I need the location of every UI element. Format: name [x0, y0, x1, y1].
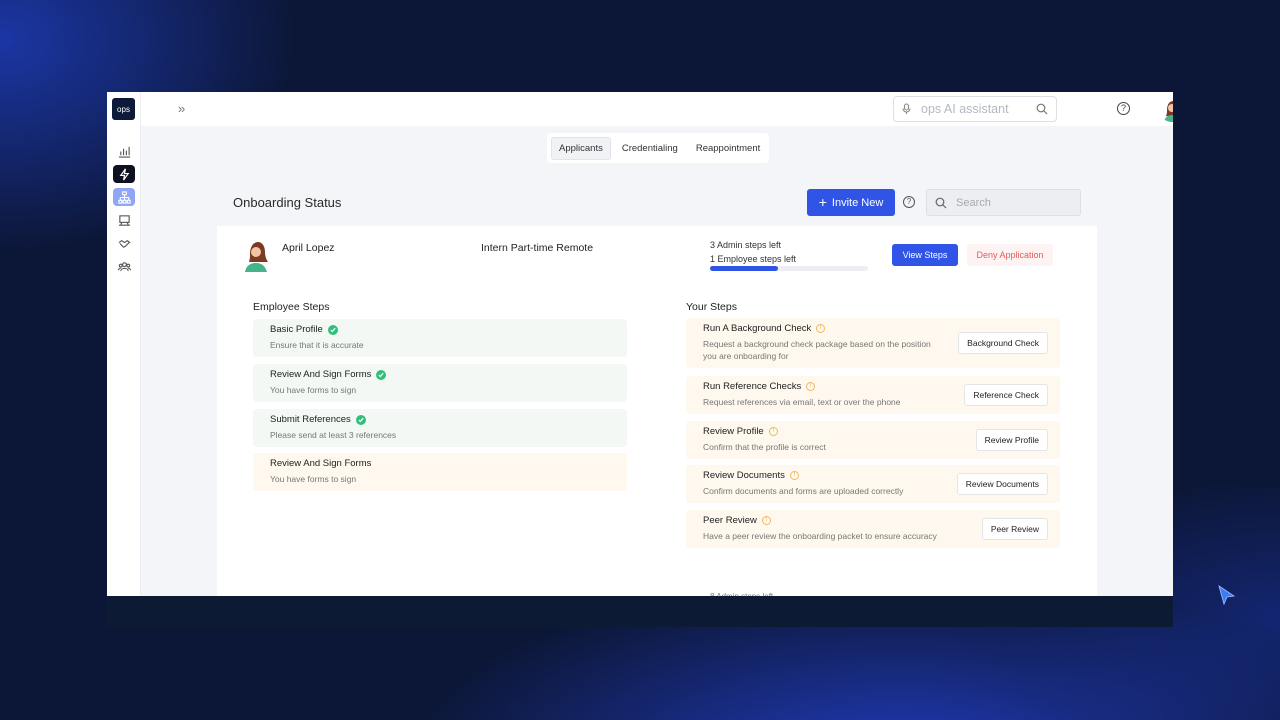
peer-review-button[interactable]: Peer Review: [981, 518, 1048, 540]
info-icon: !: [761, 516, 771, 525]
your-step-item: Run Reference Checks! Request references…: [686, 376, 1060, 414]
invite-new-button[interactable]: + Invite New: [807, 189, 895, 216]
step-title: Run A Background Check: [703, 323, 812, 334]
nav-analytics-icon[interactable]: [113, 142, 135, 160]
employee-step-item[interactable]: Submit References Please send at least 3…: [253, 409, 627, 447]
page-title: Onboarding Status: [233, 195, 342, 210]
plus-icon: +: [818, 194, 827, 210]
info-icon: !: [806, 382, 816, 391]
ai-assistant-box[interactable]: ops AI assistant: [893, 96, 1057, 122]
window-footer: [107, 596, 1173, 627]
your-step-item: Review Documents! Confirm documents and …: [686, 465, 1060, 503]
employee-step-item[interactable]: Review And Sign Forms You have forms to …: [253, 453, 627, 491]
help-icon[interactable]: ?: [903, 196, 915, 208]
review-profile-button[interactable]: Review Profile: [975, 429, 1048, 451]
applicant-role: Intern Part-time Remote: [481, 242, 594, 254]
expand-sidebar-icon[interactable]: »: [178, 102, 192, 116]
step-title: Basic Profile: [270, 324, 323, 335]
nav-users-icon[interactable]: [113, 257, 135, 275]
employee-step-item[interactable]: Basic Profile Ensure that it is accurate: [253, 319, 627, 357]
check-icon: [327, 324, 338, 335]
nav-handshake-icon[interactable]: [113, 234, 135, 252]
your-step-item: Peer Review! Have a peer review the onbo…: [686, 510, 1060, 548]
admin-steps-left: 3 Admin steps left: [710, 240, 782, 250]
step-subtitle: You have forms to sign: [270, 385, 357, 395]
check-icon: [376, 369, 387, 380]
search-icon: [935, 197, 947, 208]
info-icon: !: [768, 427, 778, 436]
review-documents-button[interactable]: Review Documents: [956, 473, 1048, 495]
ai-assistant-placeholder: ops AI assistant: [921, 102, 1009, 116]
app-logo[interactable]: ops: [112, 98, 135, 120]
help-icon[interactable]: ?: [1117, 102, 1130, 115]
step-subtitle: Request a background check package based…: [703, 339, 931, 361]
search-box[interactable]: [926, 189, 1081, 216]
applicant-avatar: [245, 242, 268, 272]
user-avatar[interactable]: [1159, 96, 1173, 122]
step-title: Run Reference Checks: [703, 381, 802, 392]
step-title: Review Profile: [703, 426, 764, 437]
step-subtitle: You have forms to sign: [270, 474, 357, 484]
step-title: Review Documents: [703, 470, 785, 481]
check-icon: [355, 414, 366, 425]
applicant-name[interactable]: April Lopez: [282, 242, 335, 254]
info-icon: !: [789, 471, 799, 480]
progress-fill: [710, 266, 778, 271]
your-steps-heading: Your Steps: [686, 301, 737, 313]
tab-applicants[interactable]: Applicants: [551, 136, 611, 160]
employee-steps-heading: Employee Steps: [253, 301, 330, 313]
step-title: Review And Sign Forms: [270, 369, 372, 380]
your-step-item: Review Profile! Confirm that the profile…: [686, 421, 1060, 459]
info-icon: !: [816, 324, 826, 333]
step-subtitle: Please send at least 3 references: [270, 430, 397, 440]
applicant-card: April Lopez Intern Part-time Remote 3 Ad…: [217, 226, 1097, 606]
deny-application-button[interactable]: Deny Application: [967, 244, 1053, 266]
step-title: Peer Review: [703, 515, 757, 526]
reference-check-button[interactable]: Reference Check: [964, 384, 1048, 406]
microphone-icon[interactable]: [902, 103, 911, 115]
your-step-item: Run A Background Check! Request a backgr…: [686, 318, 1060, 368]
mouse-cursor-icon: [1218, 585, 1236, 606]
search-input[interactable]: [956, 196, 1066, 209]
tab-reappointment[interactable]: Reappointment: [689, 138, 767, 159]
top-bar: » ops AI assistant ?: [141, 92, 1173, 126]
employee-step-item[interactable]: Review And Sign Forms You have forms to …: [253, 364, 627, 402]
progress-bar: [710, 266, 868, 271]
step-title: Review And Sign Forms: [270, 458, 372, 469]
view-steps-button[interactable]: View Steps: [892, 244, 958, 266]
tab-bar: Applicants Credentialing Reappointment: [547, 133, 769, 163]
step-title: Submit References: [270, 414, 351, 425]
nav-bolt-icon[interactable]: [113, 165, 135, 183]
invite-new-label: Invite New: [831, 196, 884, 209]
nav-presentation-icon[interactable]: [113, 211, 135, 229]
step-subtitle: Ensure that it is accurate: [270, 340, 364, 350]
app-window: ops » ops AI assistant ? Applicants Cred…: [107, 92, 1173, 627]
search-icon[interactable]: [1036, 103, 1048, 115]
employee-steps-left: 1 Employee steps left: [710, 254, 797, 264]
nav-org-chart-icon[interactable]: [113, 188, 135, 206]
sidebar: ops: [107, 92, 141, 596]
background-check-button[interactable]: Background Check: [958, 332, 1048, 354]
tab-credentialing[interactable]: Credentialing: [615, 138, 685, 159]
